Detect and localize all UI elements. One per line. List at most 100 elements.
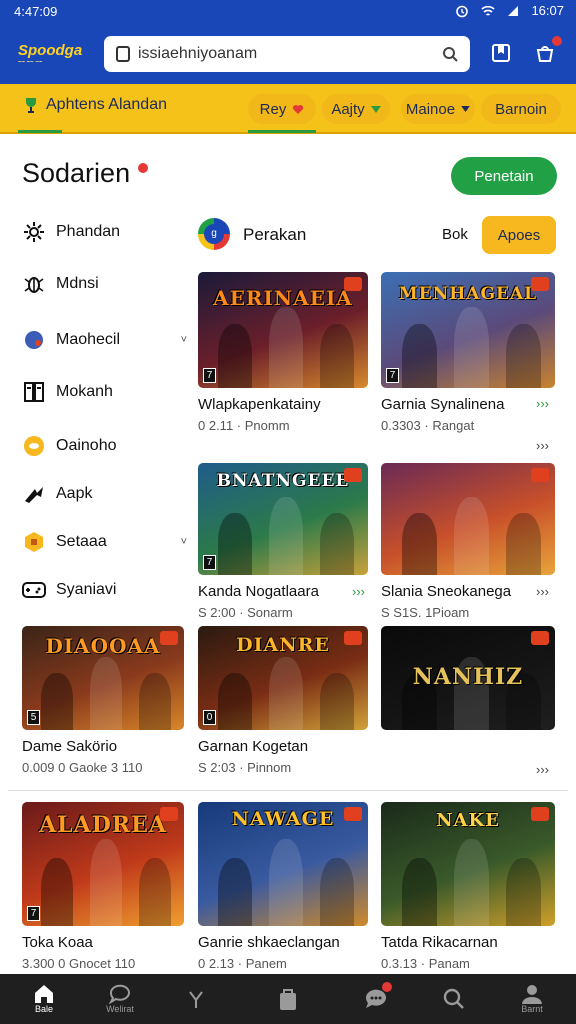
gamepad-icon [22, 578, 46, 602]
more-chevron-icon[interactable]: ››› [536, 438, 549, 453]
character-figure [269, 497, 303, 575]
nav-chat[interactable]: Welirat [88, 974, 152, 1024]
game-title[interactable]: Tatda Rikacarnan [381, 934, 498, 951]
game-thumbnail[interactable]: DIAOOAA 5 [22, 626, 184, 730]
game-title[interactable]: Wlapkapenkatainy [198, 396, 321, 413]
logo-tagline: ~~ ~~ ~~ [18, 60, 43, 66]
cart-button[interactable] [532, 36, 562, 66]
more-chevron-icon[interactable]: ››› [536, 584, 549, 599]
game-art-title: NAKE [436, 810, 500, 831]
game-thumbnail[interactable]: NANHIZ [381, 626, 555, 730]
game-card[interactable]: MENHAGEAL 7 Garnia Synalinena 0.3303 · Rang… [381, 272, 555, 438]
game-card[interactable]: DIAOOAA 5 Dame Sakörio 0.009 0 Gaoke 3 110 [22, 626, 184, 780]
age-rating: 0 [203, 710, 216, 725]
sidebar-item-label: Syaniavi [56, 581, 117, 598]
nav-profile[interactable]: Barnt [500, 974, 564, 1024]
game-card[interactable]: NAKE Tatda Rikacarnan 0.3.13 · Panam [381, 802, 555, 976]
sidebar-item-phandan[interactable]: Phandan [22, 220, 187, 244]
more-chevron-icon[interactable]: ››› [352, 584, 365, 599]
bag-icon [280, 989, 296, 1010]
status-time: 4:47:09 [14, 4, 58, 19]
game-thumbnail[interactable] [381, 463, 555, 575]
game-thumbnail[interactable]: DIANRE 0 [198, 626, 368, 730]
bookmark-button[interactable] [488, 40, 514, 66]
section-button[interactable]: Apoes [482, 216, 556, 254]
game-title[interactable]: Garnia Synalinena [381, 396, 504, 413]
category-pill-aajty[interactable]: Aajty [322, 94, 390, 124]
nav-home[interactable]: Bale [12, 974, 76, 1024]
game-thumbnail[interactable]: NAWAGE [198, 802, 368, 926]
game-card[interactable]: NAWAGE Ganrie shkaeclangan 0 2.13 · Panem [198, 802, 368, 976]
game-thumbnail[interactable]: AERINAEIA 7 [198, 272, 368, 388]
sidebar-item-oainoho[interactable]: Oainoho [22, 434, 187, 458]
sidebar-item-maohecil[interactable]: Maohecil ˅ [22, 328, 187, 352]
game-meta: 0.3.13 · Panam [381, 956, 470, 971]
chevron-down-icon [461, 106, 470, 112]
game-title[interactable]: Dame Sakörio [22, 738, 117, 755]
wifi-icon [481, 5, 495, 16]
chevron-down-icon[interactable]: ˅ [181, 334, 187, 346]
heart-icon [189, 991, 203, 1008]
game-thumbnail[interactable]: ALADREA 7 [22, 802, 184, 926]
age-rating: 7 [27, 906, 40, 921]
page-title: Sodarien [22, 158, 131, 188]
rating-tag [344, 468, 362, 482]
search-input[interactable] [138, 45, 442, 63]
game-title[interactable]: Kanda Nogatlaara [198, 583, 319, 600]
game-card[interactable]: BNATNGEEE 7 Kanda Nogatlaara S 2:00 · Sonar… [198, 463, 368, 625]
sidebar-item-label: Maohecil [56, 331, 121, 348]
more-chevron-icon[interactable]: ››› [536, 762, 549, 777]
character-figure [139, 673, 171, 730]
game-thumbnail[interactable]: BNATNGEEE 7 [198, 463, 368, 575]
pill-label: Rey [259, 100, 287, 118]
lock-icon [116, 46, 130, 62]
game-title[interactable]: Slania Sneokanega [381, 583, 511, 600]
character-figure [320, 858, 354, 926]
more-chevron-icon[interactable]: ››› [536, 396, 549, 411]
chevron-down-icon[interactable]: ˅ [181, 536, 187, 548]
category-pill-rey[interactable]: Rey [248, 94, 316, 133]
game-card[interactable]: Slania Sneokanega S S1S. 1Pioam [381, 463, 555, 625]
character-figure [506, 513, 541, 575]
sidebar-item-syaniavi[interactable]: Syaniavi [22, 578, 187, 602]
sidebar-item-aapk[interactable]: Aapk [22, 482, 187, 506]
nav-messages[interactable] [344, 974, 408, 1024]
sidebar-item-setaaa[interactable]: Setaaa ˅ [22, 530, 187, 554]
character-figure [454, 307, 489, 388]
sidebar-item-mokanh[interactable]: Mokanh [22, 380, 187, 404]
game-card[interactable]: NANHIZ [381, 626, 555, 780]
pill-label: Mainoe [405, 100, 456, 118]
section-link[interactable]: Bok [442, 226, 468, 243]
nav-label: Barnt [521, 1004, 543, 1014]
game-thumbnail[interactable]: NAKE [381, 802, 555, 926]
active-underline [18, 130, 62, 133]
character-figure [402, 513, 437, 575]
search-bar[interactable] [104, 36, 470, 72]
game-art-title: NAWAGE [231, 808, 335, 830]
nav-search[interactable] [422, 974, 486, 1024]
game-title[interactable]: Toka Koaa [22, 934, 93, 951]
game-thumbnail[interactable]: MENHAGEAL 7 [381, 272, 555, 388]
category-home[interactable]: Aphtens Alandan [18, 96, 167, 133]
notification-dot [138, 163, 148, 173]
chevron-down-icon [370, 105, 381, 113]
game-card[interactable]: ALADREA 7 Toka Koaa 3.300 0 Gnocet 110 [22, 802, 184, 976]
search-icon[interactable] [442, 46, 458, 62]
category-pill-mainoe[interactable]: Mainoe [401, 94, 475, 124]
game-title[interactable]: Garnan Kogetan [198, 738, 308, 755]
app-logo[interactable]: Spoodga ~~ ~~ ~~ [18, 42, 90, 68]
trophy-icon [26, 98, 36, 113]
home-icon [35, 985, 53, 1003]
sidebar-item-mdnsi[interactable]: Mdnsi [22, 272, 187, 296]
bookmark-icon [492, 44, 510, 62]
game-card[interactable]: DIANRE 0 Garnan Kogetan S 2:03 · Pinnom [198, 626, 368, 780]
category-pill-barnoin[interactable]: Barnoin [481, 94, 561, 124]
primary-action-button[interactable]: Penetain [451, 157, 557, 195]
character-figure [218, 513, 252, 575]
nav-bag[interactable] [256, 974, 320, 1024]
bottom-navigation: Bale Welirat Barnt [0, 974, 576, 1024]
nav-wishlist[interactable] [164, 974, 228, 1024]
game-title[interactable]: Ganrie shkaeclangan [198, 934, 340, 951]
status-bar: 4:47:09 16:07 [0, 0, 576, 24]
game-card[interactable]: AERINAEIA 7 Wlapkapenkatainy 0 2.11 · Pnomm [198, 272, 368, 438]
